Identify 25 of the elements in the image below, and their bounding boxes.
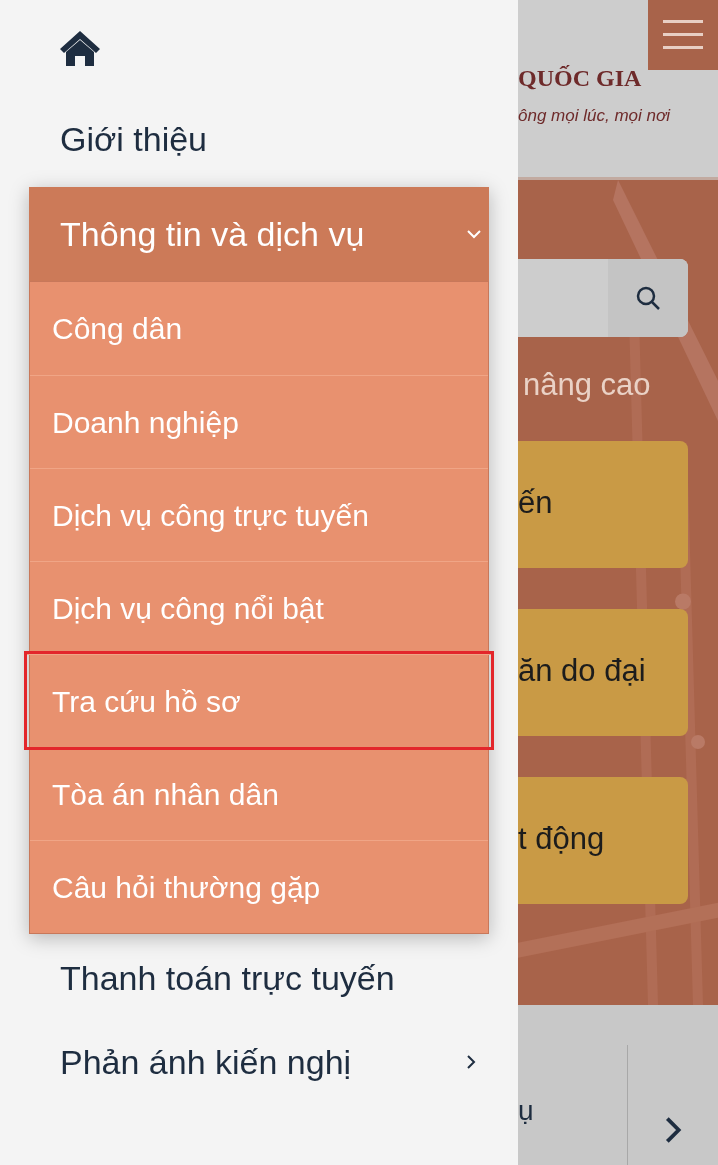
menu-link-label: Phản ánh kiến nghị (60, 1042, 352, 1083)
menu-icon (663, 20, 703, 50)
advanced-search-link[interactable]: nâng cao (518, 365, 688, 405)
dropdown-item[interactable]: Tòa án nhân dân (30, 747, 488, 840)
menu-link[interactable]: Phản ánh kiến nghị (0, 1022, 518, 1102)
dropdown-item[interactable]: Tra cứu hồ sơ (27, 654, 491, 747)
home-icon[interactable] (59, 28, 101, 67)
dropdown-item[interactable]: Dịch vụ công nổi bật (30, 561, 488, 654)
dropdown-item[interactable]: Câu hỏi thường gặp (30, 840, 488, 933)
search-field[interactable] (518, 259, 688, 337)
dropdown-item[interactable]: Doanh nghiệp (30, 375, 488, 468)
search-icon (635, 285, 661, 311)
service-card[interactable]: ăn do đại (518, 609, 688, 736)
search-button[interactable] (608, 259, 688, 337)
menu-link[interactable]: Thanh toán trực tuyến (60, 959, 395, 997)
dropdown-item[interactable]: Dịch vụ công trực tuyến (30, 468, 488, 561)
service-card[interactable]: ến (518, 441, 688, 568)
menu-button[interactable] (648, 0, 718, 70)
menu-link[interactable]: Giới thiệu (60, 120, 208, 158)
site-title: QUỐC GIA (518, 64, 642, 93)
site-tagline: ông mọi lúc, mọi nơi (518, 105, 670, 127)
dropdown-toggle[interactable]: Thông tin và dịch vụ (29, 187, 489, 281)
dropdown-item[interactable]: Công dân (30, 282, 488, 375)
service-card[interactable]: t động (518, 777, 688, 904)
tab-label: ụ (518, 1095, 534, 1126)
